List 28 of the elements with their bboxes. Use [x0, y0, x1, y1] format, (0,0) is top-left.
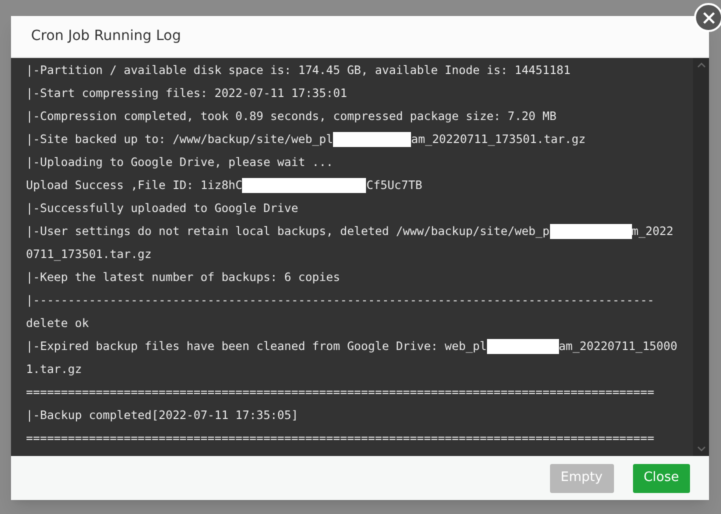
log-line: 0711_173501.tar.gz: [26, 246, 152, 263]
log-line: |-Backup completed[2022-07-11 17:35:05]: [26, 406, 298, 424]
empty-button[interactable]: Empty: [550, 464, 614, 492]
dialog-title: Cron Job Running Log: [31, 27, 181, 46]
scrollbar[interactable]: [693, 58, 709, 456]
log-line: ==========================================================================================: [26, 384, 654, 401]
scroll-up-icon[interactable]: [696, 62, 706, 68]
log-line: |-Start compressing files: 2022-07-11 17:35:01: [26, 84, 348, 102]
log-line: |-Successfully uploaded to Google Drive: [26, 200, 298, 217]
log-line: m_2022: [632, 222, 674, 240]
scroll-down-icon[interactable]: [696, 446, 706, 452]
log-line: delete ok: [26, 314, 89, 332]
log-line: 1.tar.gz: [26, 360, 82, 378]
log-line: |-Expired backup files have been cleaned from Google Drive: web_pl: [26, 338, 487, 355]
log-line: ==========================================================================================: [26, 430, 654, 447]
log-line: |-User settings do not retain local backups, deleted /www/backup/site/web_p: [26, 222, 550, 240]
log-line: |-Compression completed, took 0.89 seconds, compressed package size: 7.20 MB: [26, 108, 556, 125]
log-line: am_20220711_15000: [558, 338, 678, 355]
log-line: |-Keep the latest number of backups: 6 copies: [26, 268, 340, 286]
close-icon[interactable]: [694, 3, 721, 32]
log-line: |-Partition / available disk space is: 174.45 GB, available Inode is: 14451181: [26, 62, 570, 79]
log-line: Upload Success ,File ID: 1iz8hC: [26, 176, 242, 194]
log-line: |-Site backed up to: /www/backup/site/web_pl: [26, 130, 334, 148]
log-line: am_20220711_173501.tar.gz: [411, 130, 586, 148]
log-line: |-----------------------------------------------------------------------------------------: [26, 292, 654, 309]
log-line: Cf5Uc7TB: [366, 176, 422, 194]
log-line: |-Uploading to Google Drive, please wait ...: [26, 154, 334, 171]
close-button[interactable]: Close: [632, 464, 690, 492]
